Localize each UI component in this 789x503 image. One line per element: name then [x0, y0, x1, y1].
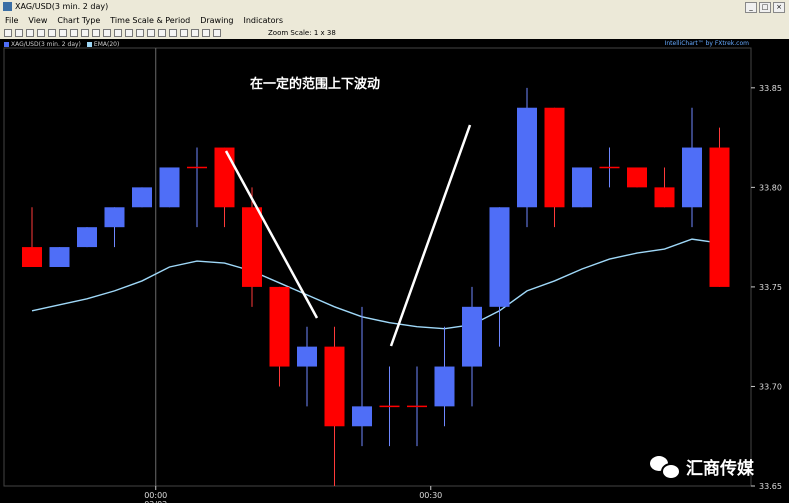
legend-symbol: XAG/USD(3 min. 2 day): [11, 41, 81, 48]
candle-body: [682, 147, 702, 208]
fibonacci-icon[interactable]: [103, 29, 111, 37]
vertical-line-icon[interactable]: [70, 29, 78, 37]
y-tick-label: 33.65: [759, 482, 782, 491]
watermark: 汇商传媒: [650, 454, 754, 480]
menu-file[interactable]: File: [0, 14, 23, 27]
scroll-left-icon[interactable]: [191, 29, 199, 37]
text-tool-icon[interactable]: [92, 29, 100, 37]
menu-view[interactable]: View: [23, 14, 52, 27]
ema-line: [31, 238, 720, 330]
save-icon[interactable]: [26, 29, 34, 37]
candle-body: [49, 247, 70, 267]
ema-swatch-icon: [86, 42, 92, 47]
y-tick-label: 33.85: [759, 84, 782, 93]
candlestick-chart: 33.8533.8033.7533.7033.6500:0002/0200:30: [3, 47, 782, 503]
menu-drawing[interactable]: Drawing: [195, 14, 238, 27]
chart-annotation: 在一定的范围上下波动: [250, 77, 381, 92]
line-tool-icon[interactable]: [59, 29, 67, 37]
candle-body: [132, 187, 152, 208]
open-icon[interactable]: [15, 29, 23, 37]
wechat-icon: [650, 455, 681, 480]
menu-indicators[interactable]: Indicators: [238, 14, 288, 27]
candle-body: [627, 167, 647, 188]
properties-icon[interactable]: [180, 29, 188, 37]
candle-body: [324, 346, 345, 427]
horizontal-line-icon[interactable]: [81, 29, 89, 37]
refresh-icon[interactable]: [213, 29, 221, 37]
zoom-in-icon[interactable]: [147, 29, 155, 37]
cursor-icon[interactable]: [48, 29, 56, 37]
candle-body: [517, 107, 537, 208]
maximize-button[interactable]: □: [759, 2, 771, 13]
candle-body: [297, 346, 317, 367]
print-icon[interactable]: [37, 29, 45, 37]
candle-body: [654, 187, 675, 208]
title-bar: XAG/USD(3 min. 2 day) _ □ ×: [0, 0, 789, 14]
symbol-swatch-icon: [4, 42, 9, 47]
scroll-right-icon[interactable]: [202, 29, 210, 37]
minimize-button[interactable]: _: [745, 2, 757, 13]
x-tick-label: 00:30: [419, 491, 442, 500]
y-tick-label: 33.80: [759, 183, 782, 192]
candle-body: [462, 306, 482, 367]
y-tick-label: 33.75: [759, 283, 782, 292]
y-tick-label: 33.70: [759, 382, 782, 391]
candle-body: [572, 167, 592, 208]
x-tick-label: 00:00: [144, 491, 167, 500]
new-chart-icon[interactable]: [4, 29, 12, 37]
legend-ema: EMA(20): [93, 41, 120, 48]
delete-icon[interactable]: [136, 29, 144, 37]
candle-body: [214, 147, 235, 208]
arrow-icon[interactable]: [125, 29, 133, 37]
candle-body: [159, 167, 180, 208]
close-button[interactable]: ×: [773, 2, 785, 13]
candle-body: [269, 286, 290, 367]
watermark-text: 汇商传媒: [686, 459, 754, 479]
candle-body: [352, 406, 372, 427]
candle-body: [77, 227, 97, 248]
menu-time-scale[interactable]: Time Scale & Period: [105, 14, 195, 27]
trend-stroke-up: [389, 124, 472, 347]
candle-body: [434, 366, 455, 407]
candle-body: [104, 207, 125, 228]
menu-bar: File View Chart Type Time Scale & Period…: [0, 14, 789, 27]
candle-body: [22, 247, 42, 267]
zoom-out-icon[interactable]: [158, 29, 166, 37]
chart-area[interactable]: 33.8533.8033.7533.7033.6500:0002/0200:30…: [0, 39, 789, 503]
window-title: XAG/USD(3 min. 2 day): [15, 2, 109, 11]
chart-legend: XAG/USD(3 min. 2 day) EMA(20): [4, 41, 119, 48]
menu-chart-type[interactable]: Chart Type: [52, 14, 105, 27]
zoom-scale-label: Zoom Scale: 1 x 38: [268, 29, 336, 37]
brand-label: IntelliChart™ by FXtrek.com: [664, 40, 749, 47]
plot-border: [3, 47, 752, 487]
app-icon: [3, 2, 12, 11]
candle-body: [709, 147, 730, 287]
channel-icon[interactable]: [114, 29, 122, 37]
candle-body: [544, 107, 565, 208]
candle-body: [489, 207, 510, 307]
candle-body: [242, 207, 262, 287]
grid-icon[interactable]: [169, 29, 177, 37]
